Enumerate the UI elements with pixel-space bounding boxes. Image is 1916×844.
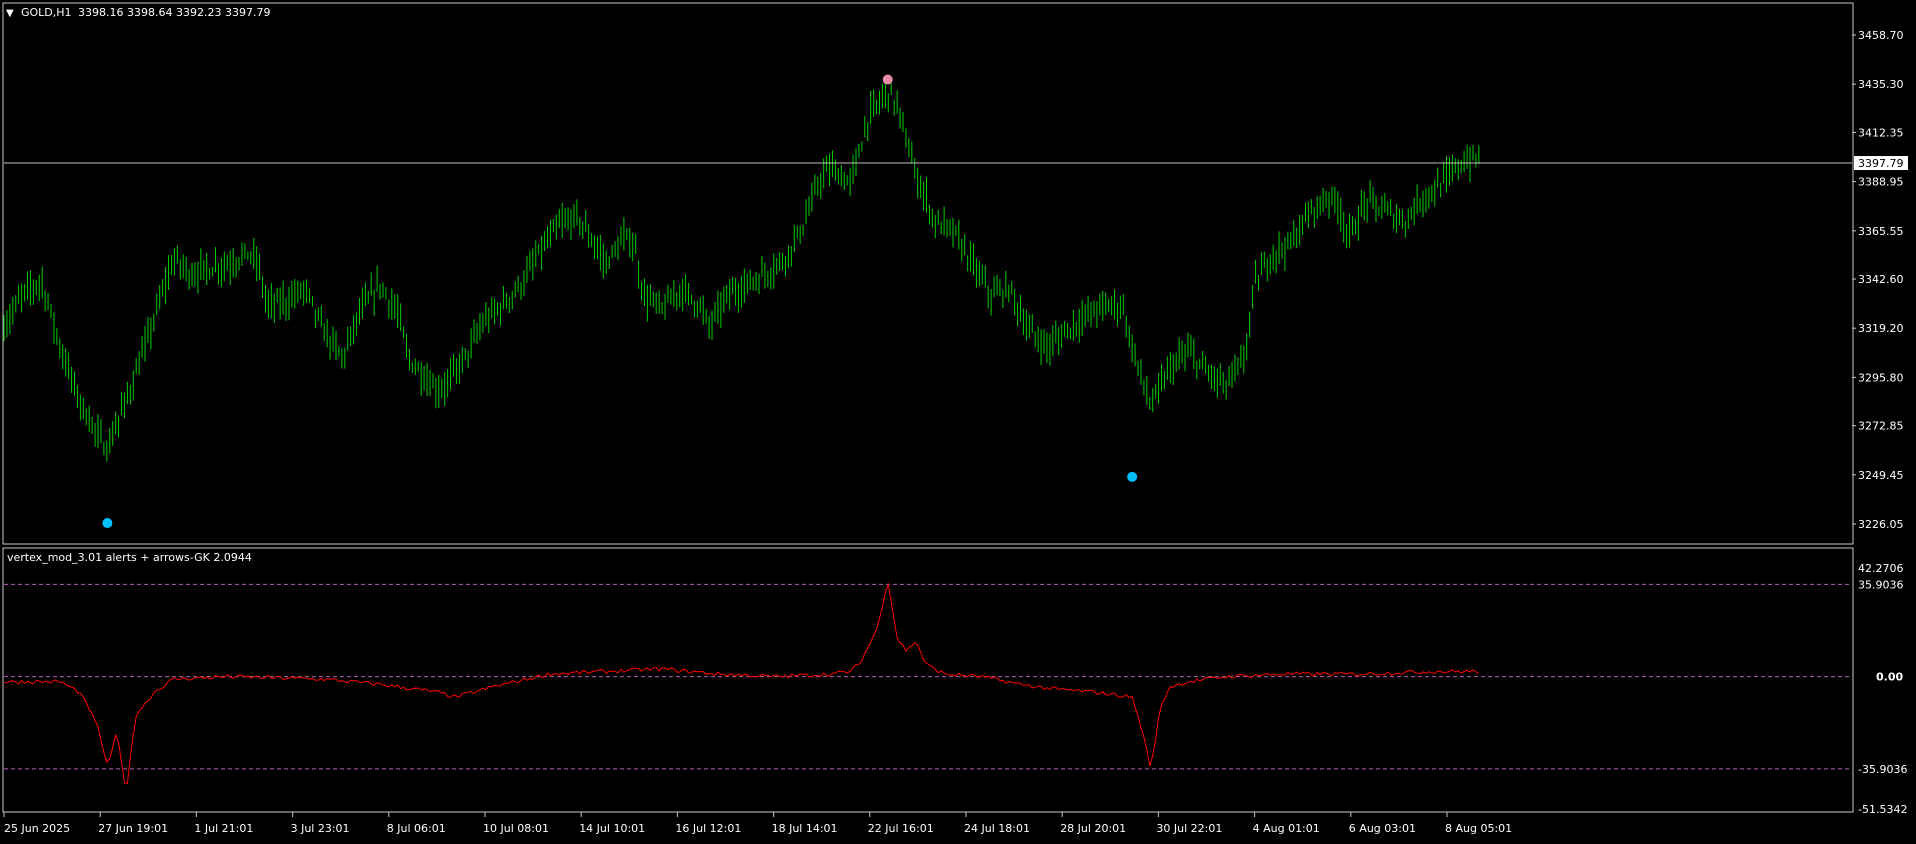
- y-tick-label: 3295.80: [1858, 371, 1904, 384]
- y-tick-label: 3412.35: [1858, 126, 1904, 139]
- y-tick-label: 3249.45: [1858, 469, 1904, 482]
- axes: 3458.70 3435.30 3412.35 3388.95 3365.55 3342.…: [3, 29, 1908, 835]
- x-tick-label: 24 Jul 18:01: [964, 822, 1030, 835]
- x-tick-label: 1 Jul 21:01: [194, 822, 253, 835]
- ohlc-readout: 3398.16 3398.64 3392.23 3397.79: [78, 6, 270, 19]
- current-price-label: 3397.79: [1858, 157, 1904, 170]
- y-tick-label: 3435.30: [1858, 78, 1904, 91]
- x-tick-label: 30 Jul 22:01: [1156, 822, 1222, 835]
- x-tick-label: 28 Jul 20:01: [1060, 822, 1126, 835]
- collapse-arrow-icon[interactable]: ▼: [6, 8, 14, 19]
- symbol-timeframe: GOLD,H1: [21, 6, 72, 19]
- signal-dot-top: [882, 74, 893, 85]
- candlestick-series: [3, 74, 1480, 529]
- indicator-y-label: 42.2706: [1858, 562, 1904, 575]
- x-tick-label: 6 Aug 03:01: [1349, 822, 1416, 835]
- x-tick-label: 22 Jul 16:01: [868, 822, 934, 835]
- x-tick-label: 4 Aug 01:01: [1253, 822, 1320, 835]
- signal-dot-bottom: [102, 518, 113, 529]
- x-tick-label: 8 Jul 06:01: [387, 822, 446, 835]
- y-tick-label: 3388.95: [1858, 176, 1904, 189]
- indicator-title: vertex_mod_3.01 alerts + arrows-GK 2.094…: [7, 551, 252, 564]
- indicator-series: 42.2706 35.9036 0.00 -35.9036 -51.5342: [3, 562, 1907, 816]
- x-tick-label: 3 Jul 23:01: [291, 822, 350, 835]
- y-tick-label: 3342.60: [1858, 273, 1904, 286]
- y-tick-label: 3319.20: [1858, 322, 1904, 335]
- y-tick-label: 3458.70: [1858, 29, 1904, 42]
- indicator-y-label: 35.9036: [1858, 578, 1904, 591]
- indicator-panel-frame: [2, 547, 1854, 813]
- x-tick-label: 10 Jul 08:01: [483, 822, 549, 835]
- indicator-y-label: -51.5342: [1858, 803, 1907, 816]
- x-tick-label: 16 Jul 12:01: [675, 822, 741, 835]
- indicator-y-label: 0.00: [1876, 671, 1903, 684]
- y-tick-label: 3226.05: [1858, 518, 1904, 531]
- x-tick-label: 25 Jun 2025: [4, 822, 70, 835]
- indicator-y-label: -35.9036: [1858, 763, 1907, 776]
- x-tick-label: 14 Jul 10:01: [579, 822, 645, 835]
- main-panel-frame: [2, 2, 1854, 545]
- y-tick-label: 3365.55: [1858, 225, 1904, 238]
- chart-canvas[interactable]: 42.2706 35.9036 0.00 -35.9036 -51.5342 3458.…: [0, 0, 1916, 840]
- y-tick-label: 3272.85: [1858, 420, 1904, 433]
- x-tick-label: 8 Aug 05:01: [1445, 822, 1512, 835]
- trading-chart[interactable]: 42.2706 35.9036 0.00 -35.9036 -51.5342 3458.…: [0, 0, 1916, 840]
- indicator-line: [3, 582, 1480, 785]
- x-tick-label: 27 Jun 19:01: [98, 822, 168, 835]
- x-tick-label: 18 Jul 14:01: [772, 822, 838, 835]
- signal-dot-bottom: [1127, 471, 1138, 482]
